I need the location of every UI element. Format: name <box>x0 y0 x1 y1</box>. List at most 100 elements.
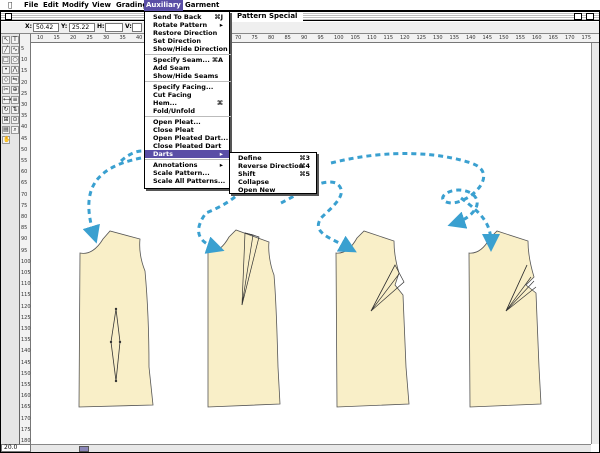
ruler-tick: 140 <box>466 35 476 41</box>
seam-icon[interactable]: ≡ <box>11 96 19 104</box>
menu-item-specify-seam[interactable]: Specify Seam... ⌘A <box>145 56 229 64</box>
menu-shortcut: ▸ <box>219 150 223 158</box>
menu-item-label: Specify Facing... <box>153 83 214 91</box>
ruler-tick: 130 <box>21 326 31 332</box>
arrow-icon[interactable]: ↖ <box>2 36 10 44</box>
collapse-box-icon[interactable] <box>586 13 594 20</box>
menu-item-specify-facing[interactable]: Specify Facing... <box>145 83 229 91</box>
hand-icon[interactable]: ✋ <box>2 136 10 144</box>
darts-item-shift[interactable]: Shift ⌘5 <box>230 170 316 178</box>
menu-item-send-to-back[interactable]: Send To Back ⌘J <box>145 13 229 21</box>
menu-item-open-pleated-dart[interactable]: Open Pleated Dart... <box>145 134 229 142</box>
menu-item-label: Open New <box>238 186 276 194</box>
oval-icon[interactable]: ○ <box>11 56 19 64</box>
measure-icon[interactable]: ⟷ <box>2 96 12 104</box>
bodice-piece-1[interactable] <box>78 230 154 408</box>
zoom-icon[interactable]: ⌕ <box>11 126 19 134</box>
menu-item-add-seam[interactable]: Add Seam <box>145 64 229 72</box>
point-icon[interactable]: • <box>2 66 10 74</box>
menu-item-restore-direction[interactable]: Restore Direction <box>145 29 229 37</box>
ruler-tick: 150 <box>21 370 31 377</box>
menu-item-hem[interactable]: Hem... ⌘ <box>145 99 229 107</box>
pattern-drawing <box>78 149 542 408</box>
menu-edit[interactable]: Edit <box>41 0 61 11</box>
bodice-piece-2[interactable] <box>207 229 281 408</box>
menu-item-label: Fold/Unfold <box>153 107 195 115</box>
dart-icon[interactable]: ◇ <box>2 76 10 84</box>
apple-icon[interactable]:  <box>6 0 14 11</box>
ruler-tick: 150 <box>499 35 509 41</box>
scroll-thumb[interactable] <box>79 446 89 452</box>
menu-item-label: Reverse Direction <box>238 162 304 170</box>
cut-icon[interactable]: ✂ <box>2 86 10 94</box>
menu-item-label: Collapse <box>238 178 270 186</box>
menu-view[interactable]: View <box>90 0 113 11</box>
x-field[interactable]: 50.42 <box>33 23 59 32</box>
zoom-field[interactable]: 20.0 <box>1 444 31 452</box>
ruler-tick: 70 <box>21 191 28 198</box>
pleat-icon[interactable]: ▤ <box>2 126 10 134</box>
coordinate-bar: X: 50.42 Y: 25.22 H: V: <box>1 22 599 34</box>
join-icon[interactable]: ⊕ <box>11 86 19 94</box>
menu-modify[interactable]: Modify <box>60 0 91 11</box>
menu-item-rotate-pattern[interactable]: Rotate Pattern ▸ <box>145 21 229 29</box>
close-box-icon[interactable] <box>5 13 12 20</box>
menu-item-close-pleated-dart[interactable]: Close Pleated Dart <box>145 142 229 150</box>
darts-item-collapse[interactable]: Collapse <box>230 178 316 186</box>
menu-item-cut-facing[interactable]: Cut Facing <box>145 91 229 99</box>
rotate-icon[interactable]: ↻ <box>2 106 10 114</box>
bodice-piece-3[interactable] <box>335 230 410 408</box>
button-icon[interactable]: ⊙ <box>11 116 19 124</box>
ruler-tick: 165 <box>21 404 31 411</box>
menu-separator <box>145 54 231 55</box>
darts-item-define[interactable]: Define ⌘3 <box>230 154 316 162</box>
text-icon[interactable]: T <box>11 36 19 44</box>
v-label: V: <box>125 23 132 30</box>
menu-file[interactable]: File <box>22 0 40 11</box>
menu-item-darts[interactable]: Darts ▸ <box>145 150 229 158</box>
menu-item-show-hide-direction[interactable]: Show/Hide Direction <box>145 45 229 53</box>
v-field[interactable] <box>132 23 142 32</box>
pattern-canvas[interactable] <box>31 43 591 444</box>
horizontal-scrollbar[interactable] <box>31 444 591 452</box>
menu-item-set-direction[interactable]: Set Direction <box>145 37 229 45</box>
menu-item-label: Darts <box>153 150 173 158</box>
darts-item-reverse-direction[interactable]: Reverse Direction ⌘4 <box>230 162 316 170</box>
h-field[interactable] <box>105 23 123 32</box>
menu-item-scale-all-patterns[interactable]: Scale All Patterns... <box>145 177 229 185</box>
rect-icon[interactable]: □ <box>2 56 10 64</box>
title-bar[interactable]: Pattern Special <box>1 12 599 21</box>
grade-icon[interactable]: ⊞ <box>2 116 10 124</box>
ruler-tick: 120 <box>21 303 31 310</box>
menu-item-scale-pattern[interactable]: Scale Pattern... <box>145 169 229 177</box>
menu-item-annotations[interactable]: Annotations ▸ <box>145 161 229 169</box>
vertical-scrollbar[interactable] <box>591 43 599 444</box>
menu-item-close-pleat[interactable]: Close Pleat <box>145 126 229 134</box>
menu-item-fold-unfold[interactable]: Fold/Unfold <box>145 107 229 115</box>
bodice-piece-4[interactable] <box>468 230 542 408</box>
menu-auxiliary[interactable]: Auxiliary <box>144 0 183 11</box>
flip-icon[interactable]: ⇅ <box>11 106 19 114</box>
mirror-icon[interactable]: ⇋ <box>11 76 19 84</box>
ruler-tick: 160 <box>532 35 542 41</box>
menu-item-label: Cut Facing <box>153 91 192 99</box>
menu-item-label: Shift <box>238 170 256 178</box>
ruler-tick: 145 <box>482 35 493 41</box>
notch-icon[interactable]: ⋀ <box>11 66 19 74</box>
menu-item-show-hide-seams[interactable]: Show/Hide Seams <box>145 72 229 80</box>
ruler-tick: 65 <box>21 180 28 187</box>
curve-icon[interactable]: ∿ <box>11 46 19 54</box>
ruler-tick: 40 <box>136 35 143 41</box>
ruler-tick: 55 <box>21 158 28 164</box>
menu-item-open-pleat[interactable]: Open Pleat... <box>145 118 229 126</box>
darts-submenu: Define ⌘3 Reverse Direction ⌘4 Shift ⌘5 Collap… <box>229 152 317 194</box>
ruler-tick: 170 <box>21 415 31 422</box>
line-icon[interactable]: ╱ <box>2 46 10 54</box>
menu-garment[interactable]: Garment <box>183 0 221 11</box>
ruler-tick: 160 <box>21 393 31 400</box>
ruler-tick: 95 <box>21 247 28 254</box>
ruler-tick: 30 <box>21 102 28 108</box>
y-field[interactable]: 25.22 <box>69 23 95 32</box>
darts-item-open-new[interactable]: Open New <box>230 186 316 194</box>
zoom-box-icon[interactable] <box>574 13 582 20</box>
